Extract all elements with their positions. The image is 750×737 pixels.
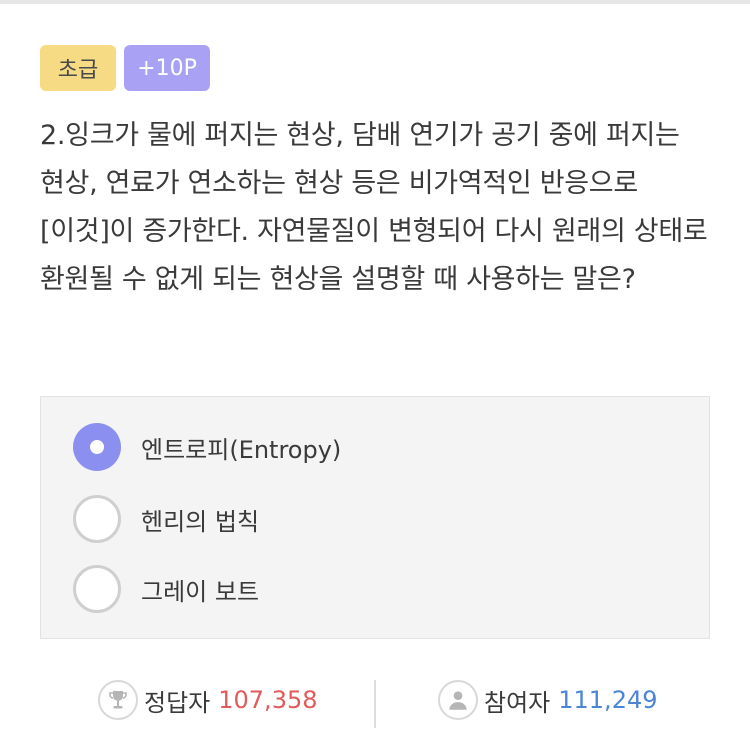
radio-selected-icon[interactable] <box>73 423 121 471</box>
points-badge: +10P <box>124 45 210 91</box>
badge-row: 초급 +10P <box>40 45 210 91</box>
level-badge: 초급 <box>40 45 116 91</box>
correct-number: 107,358 <box>218 686 318 714</box>
option-henry-law[interactable]: 헨리의 법칙 <box>41 489 709 549</box>
correct-count: 정답자 107,358 <box>98 672 318 728</box>
radio-unselected-icon[interactable] <box>73 565 121 613</box>
stats-bar: 정답자 107,358 참여자 111,249 <box>0 672 750 728</box>
answer-options: 엔트로피(Entropy) 헨리의 법칙 그레이 보트 <box>40 396 710 639</box>
option-label: 헨리의 법칙 <box>141 507 260 536</box>
option-gray-boat[interactable]: 그레이 보트 <box>41 559 709 619</box>
radio-unselected-icon[interactable] <box>73 495 121 543</box>
option-label: 엔트로피(Entropy) <box>141 435 342 464</box>
participants-label: 참여자 <box>484 688 551 717</box>
option-label: 그레이 보트 <box>141 577 260 606</box>
correct-label: 정답자 <box>144 688 211 717</box>
participant-count: 참여자 111,249 <box>438 672 658 728</box>
option-entropy[interactable]: 엔트로피(Entropy) <box>41 417 709 477</box>
top-divider <box>0 0 750 4</box>
trophy-icon <box>98 680 138 720</box>
stats-divider <box>374 680 376 728</box>
participants-number: 111,249 <box>558 686 658 714</box>
question-text: 2.잉크가 물에 퍼지는 현상, 담배 연기가 공기 중에 퍼지는 현상, 연료… <box>40 120 708 295</box>
person-icon <box>438 680 478 720</box>
